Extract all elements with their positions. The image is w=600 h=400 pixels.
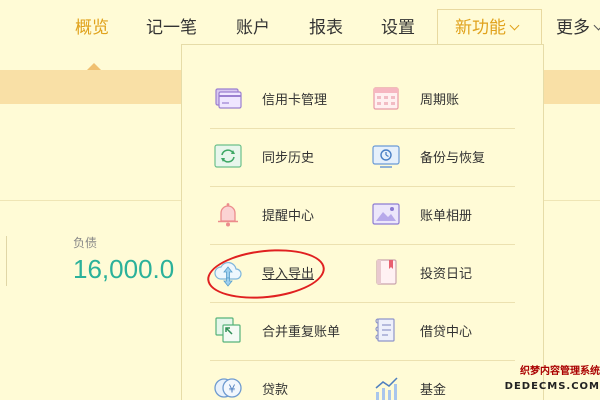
- bell-icon: [218, 203, 238, 227]
- menu-item-backup-restore[interactable]: 备份与恢复: [370, 138, 485, 174]
- watermark: 织梦内容管理系统 DEDECMS.COM: [488, 364, 600, 394]
- menu-item-label: 投资日记: [420, 266, 473, 282]
- photo-album-icon: [372, 203, 400, 225]
- menu-divider: [210, 360, 515, 361]
- watermark-line2: DEDECMS.COM: [504, 381, 600, 392]
- menu-item-label: 合并重复账单: [262, 324, 341, 340]
- menu-item-loan-center[interactable]: 借贷中心: [370, 312, 472, 348]
- menu-item-sync-history[interactable]: 同步历史: [212, 138, 314, 174]
- nav-accounts[interactable]: 账户: [236, 14, 270, 42]
- chevron-down-icon: [593, 20, 600, 31]
- menu-item-investment-diary[interactable]: 投资日记: [370, 254, 472, 290]
- menu-item-label: 提醒中心: [262, 208, 315, 224]
- new-features-dropdown: 信用卡管理 周期账 同步历史 备份与恢复 提醒中心 账单相册 导入导出 投资日记…: [181, 44, 544, 400]
- menu-item-reminder-center[interactable]: 提醒中心: [212, 196, 314, 232]
- chevron-down-icon: [509, 20, 520, 31]
- menu-item-label: 基金: [420, 382, 447, 398]
- menu-item-bill-album[interactable]: 账单相册: [370, 196, 472, 232]
- svg-text:¥: ¥: [229, 383, 236, 396]
- debt-label: 负债: [73, 236, 98, 250]
- menu-item-label: 周期账: [420, 92, 460, 108]
- credit-card-icon: [215, 88, 242, 109]
- menu-divider: [210, 186, 515, 187]
- yen-coins-icon: ¥: [214, 378, 242, 398]
- sync-icon: [214, 144, 242, 168]
- menu-item-label: 贷款: [262, 382, 289, 398]
- nav-record[interactable]: 记一笔: [146, 14, 197, 42]
- nav-more-label: 更多: [556, 18, 590, 38]
- nav-overview[interactable]: 概览: [75, 14, 109, 42]
- backup-restore-icon: [372, 145, 400, 168]
- diary-icon: [376, 259, 397, 285]
- calendar-icon: [373, 87, 399, 110]
- nav-reports[interactable]: 报表: [309, 14, 343, 42]
- menu-item-merge-duplicates[interactable]: 合并重复账单: [212, 312, 340, 348]
- watermark-line1: 织梦内容管理系统: [520, 366, 600, 377]
- loan-icon: [375, 318, 395, 342]
- column-divider: [6, 236, 7, 286]
- nav-new-features-label: 新功能: [455, 18, 506, 38]
- menu-item-loans[interactable]: ¥ 贷款: [212, 370, 288, 400]
- nav-new-features[interactable]: 新功能: [455, 14, 520, 42]
- menu-item-periodic-bill[interactable]: 周期账: [370, 80, 459, 116]
- menu-item-label: 信用卡管理: [262, 92, 328, 108]
- menu-divider: [210, 244, 515, 245]
- menu-item-label: 备份与恢复: [420, 150, 486, 166]
- menu-divider: [210, 302, 515, 303]
- merge-icon: [215, 317, 241, 343]
- menu-divider: [210, 128, 515, 129]
- menu-item-label: 账单相册: [420, 208, 473, 224]
- nav-more[interactable]: 更多: [556, 14, 600, 42]
- menu-item-credit-card[interactable]: 信用卡管理: [212, 80, 327, 116]
- nav-settings[interactable]: 设置: [381, 14, 415, 42]
- menu-item-fund[interactable]: 基金: [370, 370, 446, 400]
- menu-item-label: 借贷中心: [420, 324, 473, 340]
- menu-item-label: 同步历史: [262, 150, 315, 166]
- debt-value: 16,000.0: [73, 254, 175, 284]
- fund-chart-icon: [375, 377, 398, 400]
